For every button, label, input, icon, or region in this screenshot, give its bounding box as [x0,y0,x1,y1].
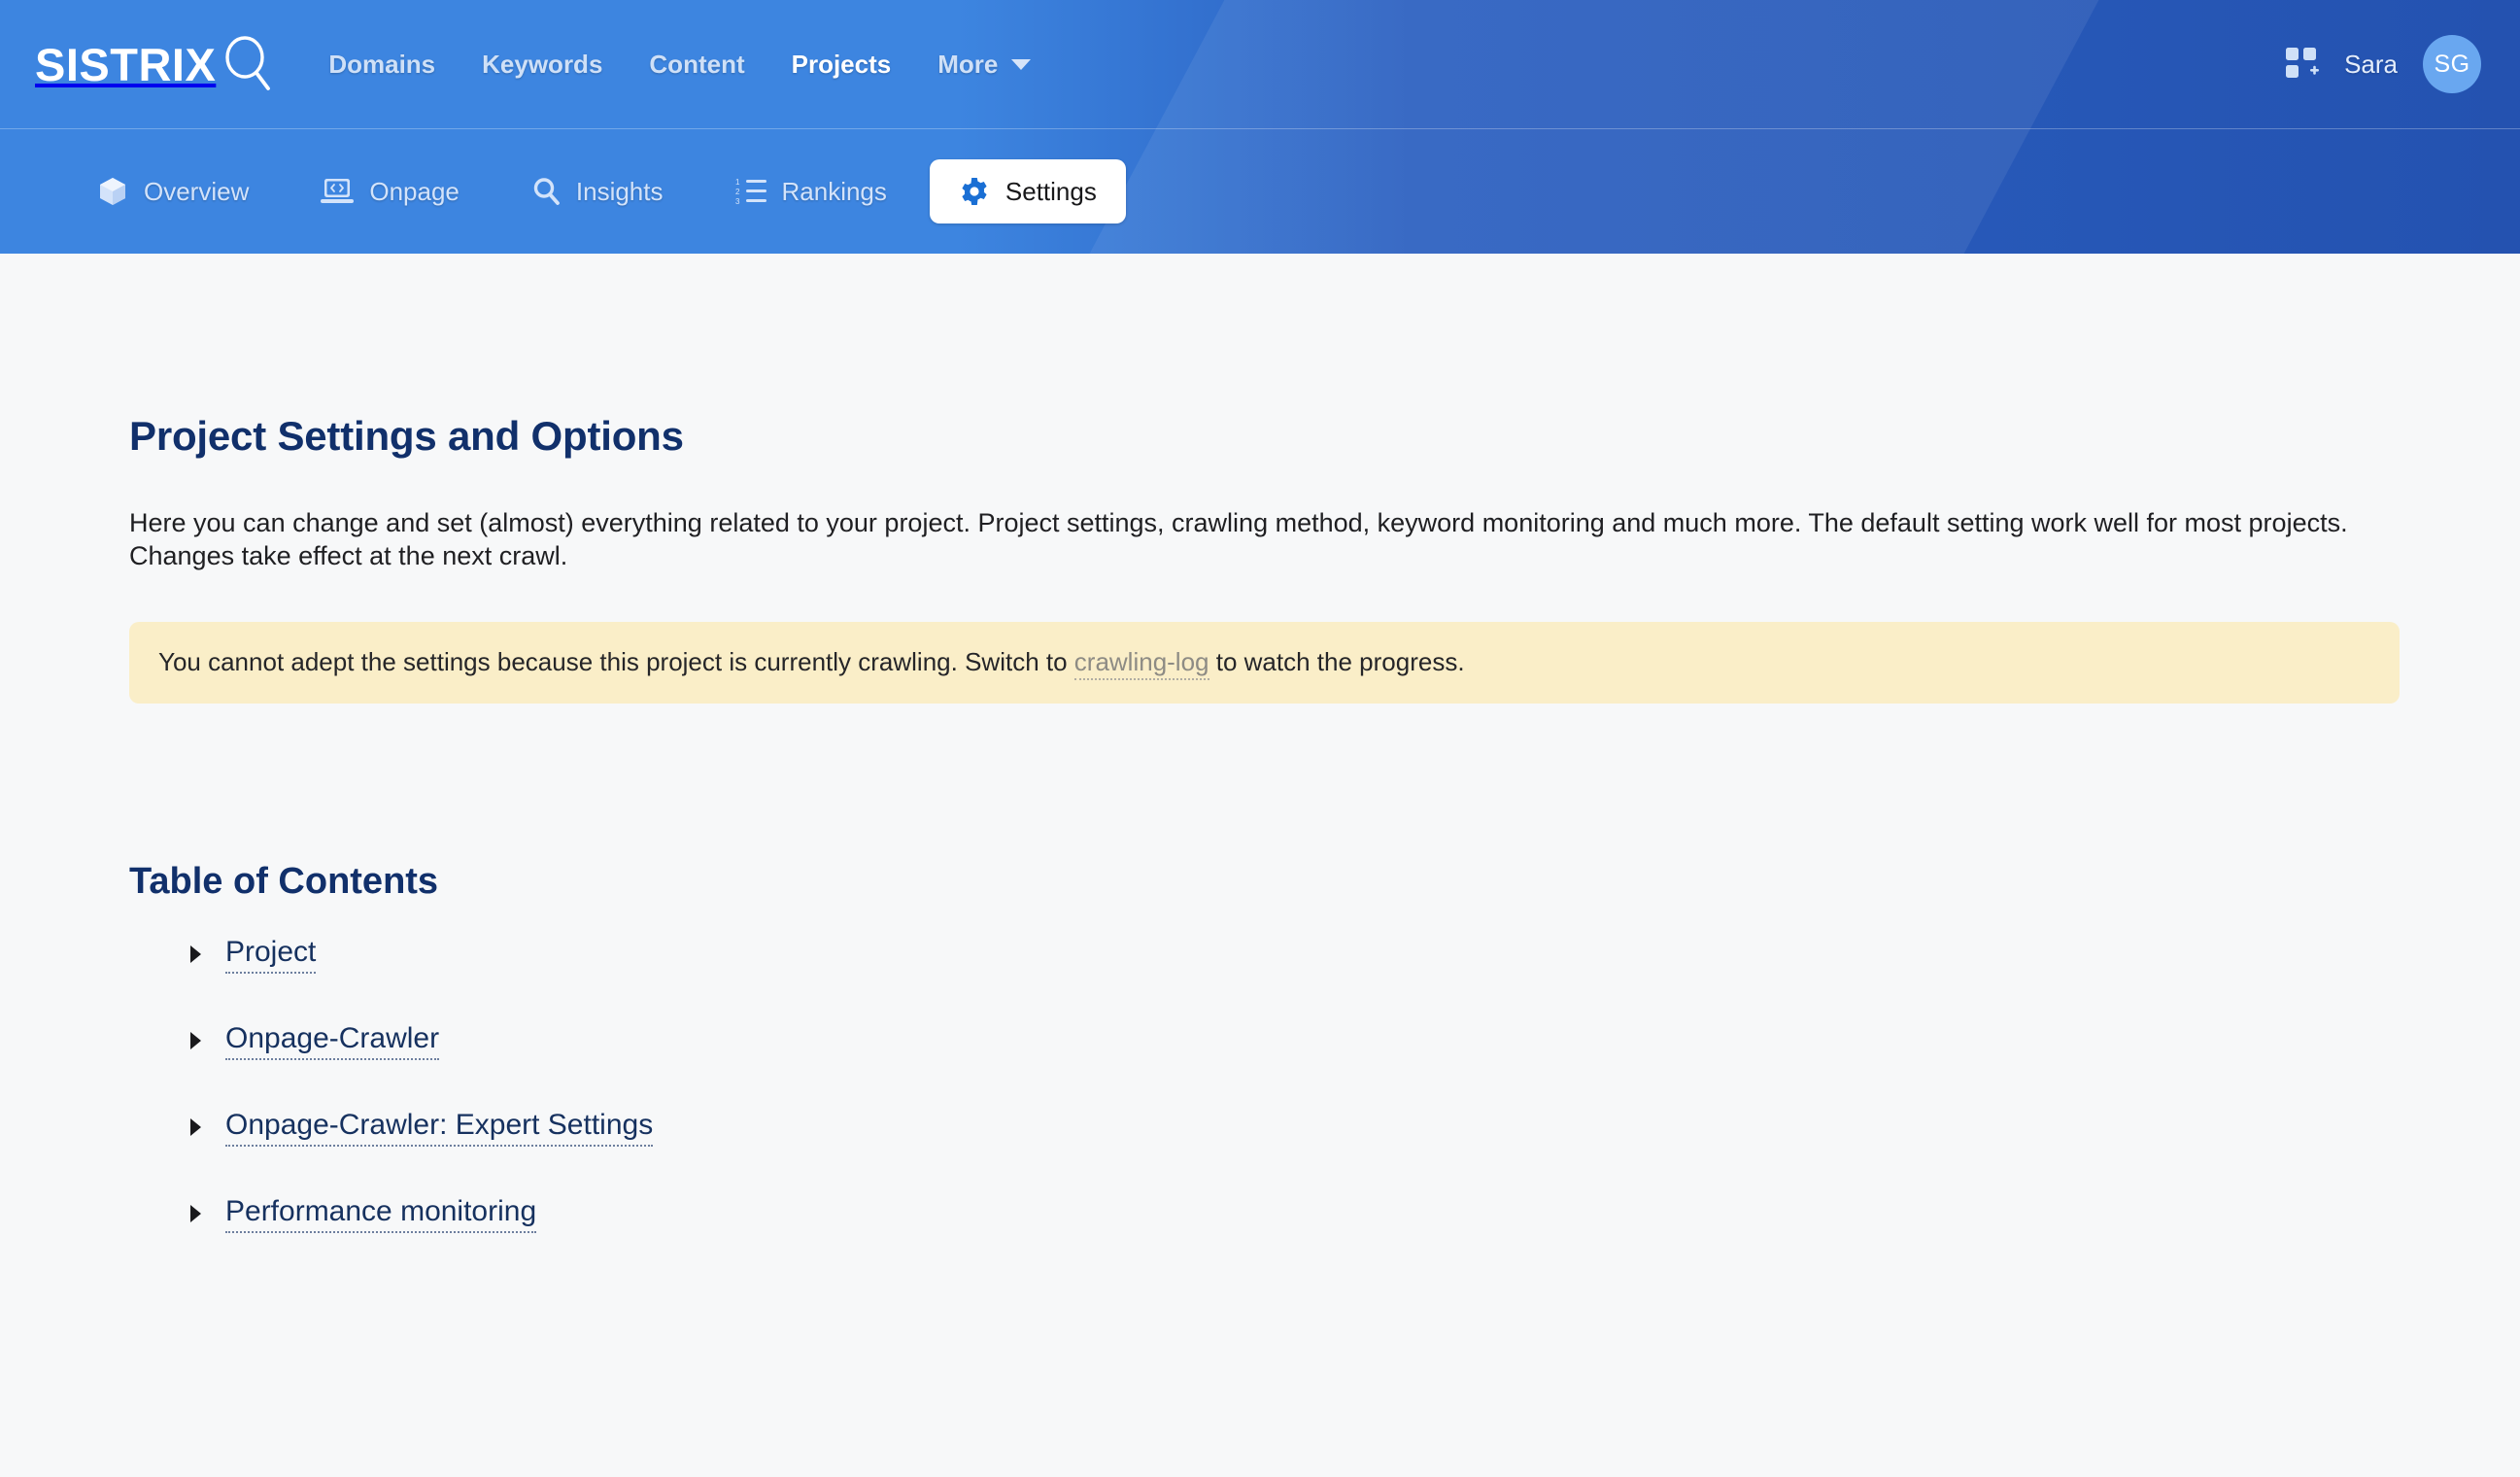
magnifier-icon [225,36,271,90]
alert-text-after: to watch the progress. [1209,646,1465,676]
svg-text:2: 2 [735,188,740,196]
user-area: Sara SG [2286,35,2481,93]
toc-list: Project Onpage-Crawler Onpage-Crawler: E… [129,936,2520,1233]
chevron-down-icon [1011,58,1032,70]
sistrix-logo[interactable]: SISTRIX [35,36,272,92]
page-title: Project Settings and Options [129,413,684,459]
triangle-bullet-icon [190,1205,201,1223]
app-header: SISTRIX Domains Keywords Content Project… [0,0,2520,254]
subnav-label: Overview [144,176,250,206]
laptop-code-icon [321,179,355,203]
nav-item-more-label[interactable]: More [937,50,998,80]
logo-wordmark: SISTRIX [35,38,217,90]
user-name[interactable]: Sara [2344,50,2398,80]
main-content: Project Settings and Options Here you ca… [0,413,2520,1233]
subnav-label: Insights [575,176,664,206]
triangle-bullet-icon [190,1032,201,1050]
grid-add-icon[interactable] [2286,48,2320,81]
alert-text-before: You cannot adept the settings because th… [158,646,1074,676]
list-item: Performance monitoring [190,1195,2520,1233]
list-item: Onpage-Crawler [190,1022,2520,1060]
crawling-log-link[interactable]: crawling-log [1073,646,1209,680]
avatar[interactable]: SG [2423,35,2481,93]
subnav-item-onpage[interactable]: Onpage [291,159,489,223]
subnav-item-overview[interactable]: Overview [68,159,278,223]
numbered-list-icon: 1 2 3 [735,178,766,206]
toc-link-onpage-crawler[interactable]: Onpage-Crawler [225,1022,440,1060]
toc-link-performance-monitoring[interactable]: Performance monitoring [225,1195,537,1233]
nav-item-projects[interactable]: Projects [792,50,892,80]
cube-icon [100,178,125,205]
crawling-alert-banner: You cannot adept the settings because th… [129,621,2400,704]
svg-text:3: 3 [735,197,740,206]
subnav-label: Onpage [369,176,460,206]
toc-link-onpage-crawler-expert-settings[interactable]: Onpage-Crawler: Expert Settings [225,1109,654,1147]
nav-item-content[interactable]: Content [649,50,744,80]
list-item: Onpage-Crawler: Expert Settings [190,1109,2520,1147]
nav-item-keywords[interactable]: Keywords [482,50,602,80]
primary-nav: Domains Keywords Content Projects More [328,50,1032,80]
triangle-bullet-icon [190,1118,201,1137]
nav-item-domains[interactable]: Domains [328,50,435,80]
list-item: Project [190,936,2520,974]
subnav-item-insights[interactable]: Insights [502,159,693,223]
svg-text:1: 1 [735,178,740,187]
subnav-item-rankings[interactable]: 1 2 3 Rankings [706,159,916,223]
subnav-label: Rankings [781,176,887,206]
gear-icon [962,178,987,205]
toc-title: Table of Contents [129,860,439,902]
subnav-label: Settings [1005,176,1097,206]
intro-paragraph: Here you can change and set (almost) eve… [129,508,2348,571]
top-navigation-bar: SISTRIX Domains Keywords Content Project… [0,0,2520,128]
toc-link-project[interactable]: Project [225,936,317,974]
magnifier-icon [533,178,560,205]
triangle-bullet-icon [190,945,201,964]
nav-item-more[interactable]: More [937,50,1032,80]
subnav-item-settings[interactable]: Settings [929,159,1126,223]
project-subnav: Overview Onpage Insights 1 2 3 Rankings … [0,129,2520,254]
